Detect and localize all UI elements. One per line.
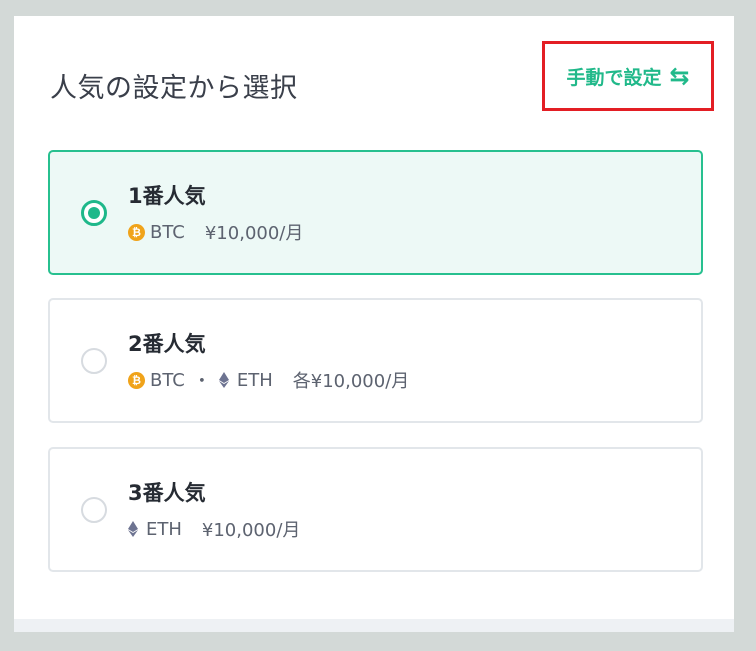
price-label: 各¥10,000/月 — [292, 371, 410, 392]
bitcoin-icon: ₿ — [128, 223, 145, 241]
option-title: 1番人気 — [128, 184, 206, 208]
coin-label: BTC — [150, 221, 185, 243]
coin-label: BTC — [150, 369, 185, 391]
radio-button-selected[interactable] — [81, 199, 107, 226]
option-title: 3番人気 — [128, 481, 206, 505]
separator-dot: ・ — [192, 371, 211, 392]
page-title: 人気の設定から選択 — [50, 73, 298, 104]
option-card-3[interactable]: 3番人気 ETH ¥10,000/月 — [48, 447, 703, 572]
option-card-2[interactable]: 2番人気 ₿ BTC ・ ETH 各¥10,000/月 — [48, 298, 703, 423]
option-detail: ₿ BTC ・ ETH 各¥10,000/月 — [128, 367, 409, 393]
option-detail: ETH ¥10,000/月 — [128, 516, 300, 542]
radio-button[interactable] — [81, 347, 107, 374]
radio-button[interactable] — [81, 496, 107, 523]
manual-setting-button[interactable]: 手動で設定 ⇆ — [542, 41, 714, 111]
ethereum-icon — [218, 372, 229, 388]
price-label: ¥10,000/月 — [201, 520, 301, 541]
price-label: ¥10,000/月 — [204, 223, 304, 244]
option-title: 2番人気 — [128, 332, 206, 356]
option-card-1[interactable]: 1番人気 ₿ BTC ¥10,000/月 — [48, 150, 703, 275]
manual-setting-label: 手動で設定 — [566, 66, 662, 89]
coin-label: ETH — [236, 369, 273, 391]
panel-bottom-strip — [14, 619, 734, 632]
settings-panel: 人気の設定から選択 手動で設定 ⇆ 1番人気 ₿ BTC ¥10,000/月 2… — [14, 16, 734, 619]
option-detail: ₿ BTC ¥10,000/月 — [128, 219, 303, 245]
bitcoin-icon: ₿ — [128, 371, 145, 389]
swap-arrows-icon: ⇆ — [669, 62, 690, 90]
coin-label: ETH — [146, 518, 182, 540]
ethereum-icon — [128, 521, 138, 537]
